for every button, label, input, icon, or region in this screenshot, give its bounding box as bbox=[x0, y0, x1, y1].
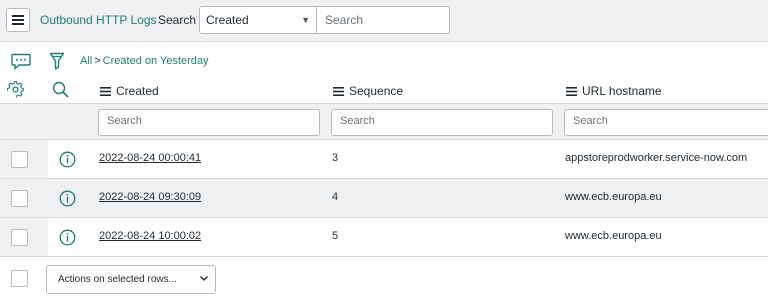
cell-sequence: 3 bbox=[332, 152, 339, 164]
info-icon[interactable] bbox=[59, 190, 76, 210]
search-field-select[interactable]: Created ▼ bbox=[199, 6, 317, 34]
search-label: Search bbox=[158, 13, 197, 27]
column-header-sequence[interactable]: Sequence bbox=[333, 84, 403, 98]
cell-url-hostname: www.ecb.europa.eu bbox=[565, 230, 662, 242]
hamburger-icon bbox=[12, 15, 24, 25]
column-label-sequence: Sequence bbox=[349, 84, 404, 98]
row-select-cell bbox=[0, 179, 48, 217]
table-row: 2022-08-24 10:00:02 5 www.ecb.europa.eu bbox=[0, 218, 768, 257]
row-checkbox[interactable] bbox=[11, 229, 28, 246]
search-input-sequence[interactable]: Search bbox=[331, 109, 553, 136]
breadcrumb: All > Created on Yesterday bbox=[80, 55, 208, 67]
search-field-value: Created bbox=[206, 13, 249, 27]
page-title: Outbound HTTP Logs bbox=[40, 13, 157, 27]
info-icon[interactable] bbox=[59, 229, 76, 249]
column-label-created: Created bbox=[116, 84, 159, 98]
info-icon[interactable] bbox=[59, 151, 76, 171]
gear-icon[interactable] bbox=[6, 81, 24, 101]
list-header-bar: Outbound HTTP Logs Search Created ▼ Sear… bbox=[0, 0, 768, 42]
breadcrumb-all[interactable]: All bbox=[80, 55, 92, 67]
table-row: 2022-08-24 00:00:41 3 appstoreprodworker… bbox=[0, 140, 768, 179]
breadcrumb-separator: > bbox=[94, 55, 101, 67]
cell-created-link[interactable]: 2022-08-24 10:00:02 bbox=[99, 230, 201, 242]
cell-sequence: 5 bbox=[332, 230, 339, 242]
column-header-url-hostname[interactable]: URL hostname bbox=[566, 84, 662, 98]
list-menu-button[interactable] bbox=[6, 8, 30, 32]
magnifier-icon[interactable] bbox=[52, 81, 69, 101]
actions-select[interactable]: Actions on selected rows... bbox=[46, 265, 216, 294]
cell-sequence: 4 bbox=[332, 191, 339, 203]
column-menu-icon[interactable] bbox=[100, 86, 111, 96]
caret-down-icon: ▼ bbox=[301, 15, 310, 25]
breadcrumb-filter[interactable]: Created on Yesterday bbox=[103, 55, 209, 67]
filter-icon[interactable] bbox=[49, 52, 65, 74]
column-header-created[interactable]: Created bbox=[100, 84, 159, 98]
table-row: 2022-08-24 09:30:09 4 www.ecb.europa.eu bbox=[0, 179, 768, 218]
search-input-url-hostname[interactable]: Search bbox=[564, 109, 768, 136]
actions-select-label: Actions on selected rows... bbox=[58, 274, 177, 285]
cell-url-hostname: appstoreprodworker.service-now.com bbox=[565, 152, 748, 164]
cell-created-link[interactable]: 2022-08-24 00:00:41 bbox=[99, 152, 201, 164]
comment-icon[interactable] bbox=[11, 53, 31, 73]
cell-url-hostname: www.ecb.europa.eu bbox=[565, 191, 662, 203]
row-select-cell bbox=[0, 218, 48, 256]
search-input[interactable]: Search bbox=[316, 6, 450, 34]
column-menu-icon[interactable] bbox=[333, 86, 344, 96]
column-search-row: Search Search Search bbox=[0, 103, 768, 140]
cell-created-link[interactable]: 2022-08-24 09:30:09 bbox=[99, 191, 201, 203]
search-input-created[interactable]: Search bbox=[98, 109, 320, 136]
chevron-down-icon bbox=[200, 276, 208, 281]
column-label-url-hostname: URL hostname bbox=[582, 84, 662, 98]
row-checkbox[interactable] bbox=[11, 151, 28, 168]
column-menu-icon[interactable] bbox=[566, 86, 577, 96]
row-select-cell bbox=[0, 140, 48, 178]
select-all-checkbox[interactable] bbox=[11, 270, 28, 287]
row-checkbox[interactable] bbox=[11, 190, 28, 207]
